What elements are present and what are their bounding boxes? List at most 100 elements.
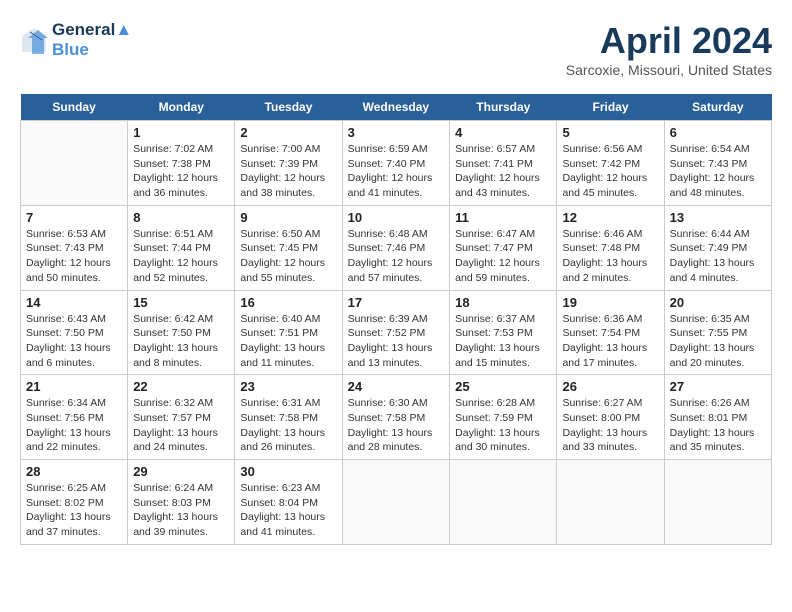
- cell-line: Sunrise: 6:54 AM: [670, 142, 766, 157]
- day-number: 23: [240, 379, 336, 394]
- calendar-cell: 14Sunrise: 6:43 AMSunset: 7:50 PMDayligh…: [21, 290, 128, 375]
- cell-line: Sunrise: 6:36 AM: [562, 312, 658, 327]
- cell-line: and 45 minutes.: [562, 186, 658, 201]
- cell-line: Sunrise: 6:34 AM: [26, 396, 122, 411]
- cell-line: and 8 minutes.: [133, 356, 229, 371]
- cell-line: Sunset: 7:48 PM: [562, 241, 658, 256]
- day-number: 19: [562, 295, 658, 310]
- day-number: 25: [455, 379, 551, 394]
- column-header-sunday: Sunday: [21, 94, 128, 121]
- cell-line: Sunrise: 6:59 AM: [348, 142, 445, 157]
- cell-line: Daylight: 13 hours: [26, 341, 122, 356]
- month-title: April 2024: [566, 20, 772, 62]
- cell-line: and 4 minutes.: [670, 271, 766, 286]
- cell-line: Sunrise: 6:31 AM: [240, 396, 336, 411]
- cell-line: Sunset: 7:41 PM: [455, 157, 551, 172]
- cell-line: Sunset: 7:59 PM: [455, 411, 551, 426]
- calendar-cell: [21, 121, 128, 206]
- calendar-cell: [450, 460, 557, 545]
- cell-line: Daylight: 13 hours: [133, 426, 229, 441]
- day-number: 9: [240, 210, 336, 225]
- cell-line: and 50 minutes.: [26, 271, 122, 286]
- cell-line: Sunrise: 7:02 AM: [133, 142, 229, 157]
- cell-line: Sunrise: 7:00 AM: [240, 142, 336, 157]
- cell-line: Daylight: 12 hours: [455, 256, 551, 271]
- cell-line: Daylight: 12 hours: [670, 171, 766, 186]
- logo-icon: [20, 26, 48, 54]
- calendar-cell: 25Sunrise: 6:28 AMSunset: 7:59 PMDayligh…: [450, 375, 557, 460]
- cell-line: and 37 minutes.: [26, 525, 122, 540]
- calendar-cell: 24Sunrise: 6:30 AMSunset: 7:58 PMDayligh…: [342, 375, 450, 460]
- day-number: 30: [240, 464, 336, 479]
- column-header-wednesday: Wednesday: [342, 94, 450, 121]
- calendar-cell: 9Sunrise: 6:50 AMSunset: 7:45 PMDaylight…: [235, 205, 342, 290]
- day-number: 21: [26, 379, 122, 394]
- cell-line: Sunrise: 6:30 AM: [348, 396, 445, 411]
- logo: General▲ Blue: [20, 20, 132, 60]
- day-number: 6: [670, 125, 766, 140]
- cell-line: Daylight: 13 hours: [562, 341, 658, 356]
- cell-line: Daylight: 13 hours: [240, 510, 336, 525]
- week-row-2: 7Sunrise: 6:53 AMSunset: 7:43 PMDaylight…: [21, 205, 772, 290]
- cell-line: Daylight: 13 hours: [133, 510, 229, 525]
- cell-line: and 6 minutes.: [26, 356, 122, 371]
- cell-line: Sunset: 7:43 PM: [670, 157, 766, 172]
- cell-line: Sunset: 7:52 PM: [348, 326, 445, 341]
- calendar-cell: 6 Sunrise: 6:54 AMSunset: 7:43 PMDaylight…: [664, 121, 771, 206]
- column-header-saturday: Saturday: [664, 94, 771, 121]
- calendar-cell: 1Sunrise: 7:02 AMSunset: 7:38 PMDaylight…: [128, 121, 235, 206]
- cell-line: and 26 minutes.: [240, 440, 336, 455]
- cell-line: and 22 minutes.: [26, 440, 122, 455]
- cell-line: Daylight: 13 hours: [455, 341, 551, 356]
- cell-line: Sunset: 7:53 PM: [455, 326, 551, 341]
- cell-line: Sunrise: 6:43 AM: [26, 312, 122, 327]
- cell-line: Sunrise: 6:26 AM: [670, 396, 766, 411]
- week-row-4: 21 Sunrise: 6:34 AMSunset: 7:56 PM Dayligh…: [21, 375, 772, 460]
- cell-line: Sunset: 7:38 PM: [133, 157, 229, 172]
- calendar-cell: 3Sunrise: 6:59 AMSunset: 7:40 PMDaylight…: [342, 121, 450, 206]
- cell-line: and 20 minutes.: [670, 356, 766, 371]
- cell-line: Sunrise: 6:51 AM: [133, 227, 229, 242]
- calendar-cell: 28Sunrise: 6:25 AMSunset: 8:02 PMDayligh…: [21, 460, 128, 545]
- calendar-cell: 10Sunrise: 6:48 AMSunset: 7:46 PMDayligh…: [342, 205, 450, 290]
- cell-line: Daylight: 13 hours: [133, 341, 229, 356]
- day-number: 1: [133, 125, 229, 140]
- cell-line: and 28 minutes.: [348, 440, 445, 455]
- day-number: 11: [455, 210, 551, 225]
- calendar-cell: 29Sunrise: 6:24 AMSunset: 8:03 PMDayligh…: [128, 460, 235, 545]
- cell-line: Sunset: 7:44 PM: [133, 241, 229, 256]
- cell-line: Daylight: 13 hours: [26, 510, 122, 525]
- week-row-3: 14Sunrise: 6:43 AMSunset: 7:50 PMDayligh…: [21, 290, 772, 375]
- week-row-5: 28Sunrise: 6:25 AMSunset: 8:02 PMDayligh…: [21, 460, 772, 545]
- cell-line: and 41 minutes.: [348, 186, 445, 201]
- cell-line: and 57 minutes.: [348, 271, 445, 286]
- cell-line: Sunrise: 6:35 AM: [670, 312, 766, 327]
- calendar-body: 1 Sunrise: 7:02 AMSunset: 7:38 PM Daylight…: [21, 121, 772, 545]
- day-number: 17: [348, 295, 445, 310]
- cell-line: Daylight: 12 hours: [26, 256, 122, 271]
- cell-line: and 24 minutes.: [133, 440, 229, 455]
- cell-line: Sunset: 7:42 PM: [562, 157, 658, 172]
- cell-line: and 48 minutes.: [670, 186, 766, 201]
- calendar-cell: 17Sunrise: 6:39 AMSunset: 7:52 PMDayligh…: [342, 290, 450, 375]
- location: Sarcoxie, Missouri, United States: [566, 62, 772, 78]
- calendar-cell: 27Sunrise: 6:26 AMSunset: 8:01 PMDayligh…: [664, 375, 771, 460]
- cell-line: Sunset: 7:56 PM: [26, 411, 122, 426]
- cell-line: Daylight: 13 hours: [455, 426, 551, 441]
- cell-line: Sunrise: 6:42 AM: [133, 312, 229, 327]
- cell-line: Sunset: 7:51 PM: [240, 326, 336, 341]
- cell-line: Sunrise: 6:56 AM: [562, 142, 658, 157]
- cell-line: and 43 minutes.: [455, 186, 551, 201]
- calendar-cell: 8Sunrise: 6:51 AMSunset: 7:44 PMDaylight…: [128, 205, 235, 290]
- calendar-cell: 20Sunrise: 6:35 AMSunset: 7:55 PMDayligh…: [664, 290, 771, 375]
- cell-line: and 13 minutes.: [348, 356, 445, 371]
- day-number: 27: [670, 379, 766, 394]
- calendar-cell: 16Sunrise: 6:40 AMSunset: 7:51 PMDayligh…: [235, 290, 342, 375]
- cell-line: Sunset: 8:04 PM: [240, 496, 336, 511]
- calendar-cell: 7Sunrise: 6:53 AMSunset: 7:43 PMDaylight…: [21, 205, 128, 290]
- day-number: 13: [670, 210, 766, 225]
- calendar-cell: 23Sunrise: 6:31 AMSunset: 7:58 PMDayligh…: [235, 375, 342, 460]
- day-number: 20: [670, 295, 766, 310]
- cell-line: Daylight: 13 hours: [670, 426, 766, 441]
- cell-line: Daylight: 13 hours: [670, 256, 766, 271]
